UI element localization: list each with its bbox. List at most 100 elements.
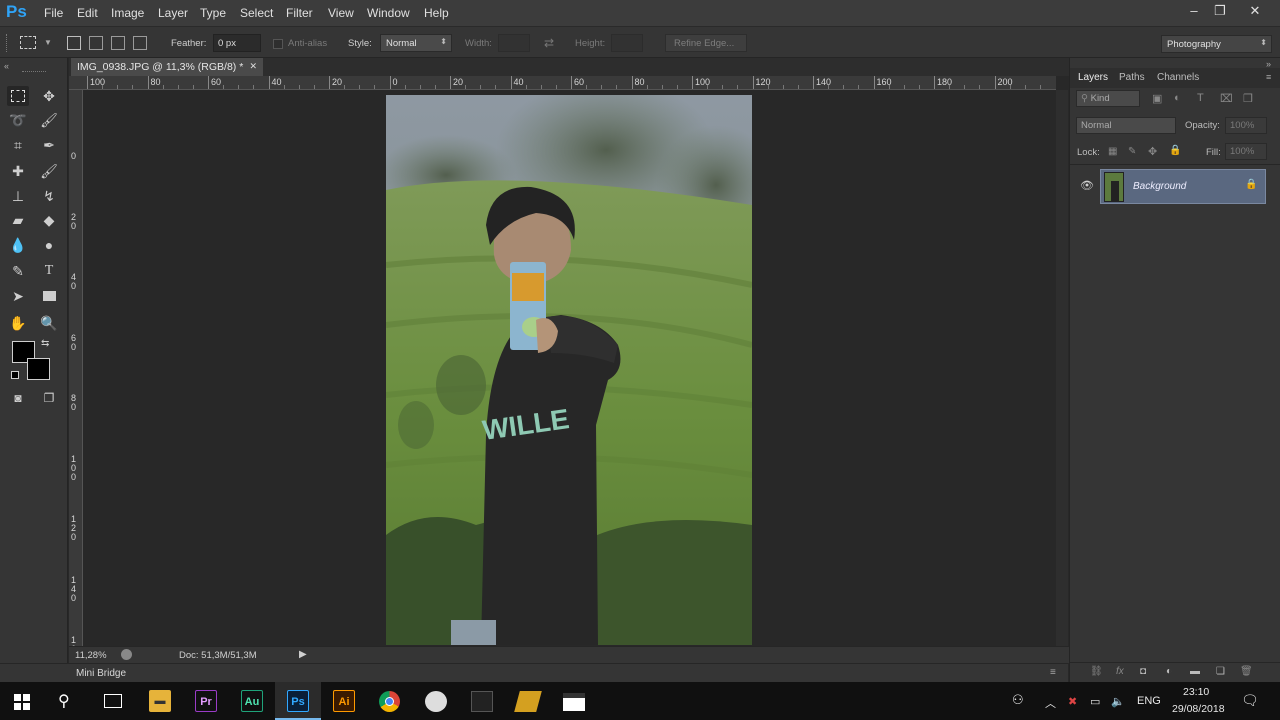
show-hidden-icons-icon[interactable]: ︿ <box>1045 695 1056 711</box>
default-colors-icon[interactable] <box>11 371 19 379</box>
width-input[interactable] <box>498 34 530 52</box>
audition-icon[interactable]: Au <box>241 690 263 712</box>
layer-name[interactable]: Background <box>1133 181 1186 192</box>
close-document-icon[interactable]: ✕ <box>249 61 257 72</box>
hand-tool-icon[interactable]: ✋ <box>7 313 29 333</box>
layer-row-background[interactable]: Background 🔒 <box>1100 169 1266 204</box>
app-character-icon[interactable] <box>425 691 447 712</box>
menu-file[interactable]: File <box>44 6 63 20</box>
filter-shape-icon[interactable]: ⌧ <box>1220 92 1233 105</box>
delete-layer-icon[interactable]: 🗑 <box>1240 666 1253 677</box>
antialias-checkbox[interactable] <box>273 39 283 49</box>
height-input[interactable] <box>611 34 643 52</box>
background-color-swatch[interactable] <box>27 358 50 380</box>
healing-brush-tool-icon[interactable]: ✚ <box>7 161 29 181</box>
status-info-icon[interactable] <box>121 649 132 660</box>
filter-adjustment-icon[interactable]: ◐ <box>1174 92 1181 104</box>
quick-mask-icon[interactable]: ◙ <box>7 388 29 408</box>
restore-button[interactable]: ❐ <box>1209 3 1231 21</box>
add-selection-icon[interactable] <box>89 36 103 50</box>
paint-bucket-tool-icon[interactable]: ◆ <box>38 210 60 230</box>
filter-pixel-icon[interactable]: ▣ <box>1152 92 1162 105</box>
windows-start-icon[interactable] <box>14 694 30 710</box>
tab-channels[interactable]: Channels <box>1157 72 1199 83</box>
preset-dropdown-icon[interactable]: ▼ <box>44 38 52 47</box>
lock-pixels-icon[interactable]: ✎ <box>1128 146 1136 157</box>
rectangle-tool-icon[interactable] <box>38 286 60 306</box>
style-select[interactable]: Normal ⬍ <box>380 34 452 52</box>
screen-mode-icon[interactable]: ❐ <box>38 388 60 408</box>
battery-icon[interactable]: ▭ <box>1090 695 1100 708</box>
kind-filter-select[interactable]: ⚲ Kind <box>1076 90 1140 107</box>
blend-mode-select[interactable]: Normal <box>1076 117 1176 134</box>
eye-visibility-icon[interactable]: 👁 <box>1080 179 1094 192</box>
zoom-level[interactable]: 11,28% <box>75 650 107 661</box>
mini-bridge-tab[interactable]: Mini Bridge <box>76 668 126 679</box>
menu-help[interactable]: Help <box>424 6 449 20</box>
eyedropper-tool-icon[interactable]: ✒ <box>38 135 60 155</box>
fill-input[interactable]: 100% <box>1225 143 1267 160</box>
link-layers-icon[interactable]: ⛓ <box>1090 666 1103 677</box>
add-mask-icon[interactable]: ◘ <box>1140 666 1146 677</box>
vertical-scrollbar[interactable] <box>1056 90 1068 646</box>
menu-window[interactable]: Window <box>367 6 410 20</box>
subtract-selection-icon[interactable] <box>111 36 125 50</box>
photoshop-icon[interactable]: Ps <box>287 690 309 712</box>
file-explorer-icon[interactable]: ▬ <box>149 690 171 712</box>
type-tool-icon[interactable]: T <box>38 261 60 281</box>
app-yellow-icon[interactable] <box>514 691 542 712</box>
marquee-preset-icon[interactable] <box>20 36 36 49</box>
rectangular-marquee-tool-icon[interactable] <box>7 86 29 106</box>
new-selection-icon[interactable] <box>67 36 81 50</box>
brush-tool-icon[interactable]: 🖌 <box>38 161 60 181</box>
clock-time[interactable]: 23:10 <box>1183 686 1209 698</box>
menu-filter[interactable]: Filter <box>286 6 313 20</box>
menu-type[interactable]: Type <box>200 6 226 20</box>
menu-view[interactable]: View <box>328 6 354 20</box>
quick-selection-tool-icon[interactable]: 🖌 <box>38 110 60 130</box>
path-selection-tool-icon[interactable]: ➤ <box>7 286 29 306</box>
tab-layers[interactable]: Layers <box>1078 72 1108 83</box>
lock-position-icon[interactable]: ✥ <box>1148 145 1157 158</box>
minimize-button[interactable]: – <box>1183 3 1205 21</box>
swap-colors-icon[interactable]: ⇆ <box>41 338 49 349</box>
menu-image[interactable]: Image <box>111 6 144 20</box>
document-tab[interactable]: IMG_0938.JPG @ 11,3% (RGB/8) * ✕ <box>71 58 263 76</box>
network-status-icon[interactable]: ✖ <box>1068 695 1077 708</box>
illustrator-icon[interactable]: Ai <box>333 690 355 712</box>
people-icon[interactable]: ⚇ <box>1012 692 1024 708</box>
eraser-tool-icon[interactable]: ▰ <box>7 210 29 230</box>
layer-style-icon[interactable]: fx <box>1116 666 1124 677</box>
chrome-icon[interactable] <box>379 691 400 712</box>
lasso-tool-icon[interactable]: ➰ <box>7 110 29 130</box>
tab-paths[interactable]: Paths <box>1119 72 1145 83</box>
task-view-icon[interactable] <box>104 694 122 708</box>
adjustment-layer-icon[interactable]: ◐ <box>1166 666 1172 677</box>
refine-edge-button[interactable]: Refine Edge... <box>665 34 747 52</box>
action-center-icon[interactable]: 🗨 <box>1241 692 1259 709</box>
new-layer-icon[interactable]: ❏ <box>1216 666 1225 677</box>
dodge-tool-icon[interactable]: ● <box>38 235 60 255</box>
options-grip[interactable] <box>6 34 10 52</box>
collapse-toolbox-icon[interactable]: « <box>4 61 9 71</box>
filter-smart-object-icon[interactable]: ❒ <box>1243 92 1253 105</box>
lock-transparent-icon[interactable]: ▦ <box>1108 146 1117 157</box>
clock-date[interactable]: 29/08/2018 <box>1172 703 1225 715</box>
layers-panel-menu-icon[interactable]: ≡ <box>1266 72 1271 82</box>
lock-all-icon[interactable]: 🔒 <box>1169 145 1181 156</box>
menu-edit[interactable]: Edit <box>77 6 98 20</box>
close-app-button[interactable]: ✕ <box>1244 3 1266 21</box>
toolbox-grip[interactable] <box>22 71 46 74</box>
feather-input[interactable]: 0 px <box>213 34 261 52</box>
swap-dimensions-icon[interactable]: ⇄ <box>544 36 554 50</box>
blur-tool-icon[interactable]: 💧 <box>7 235 29 255</box>
status-menu-arrow-icon[interactable]: ▶ <box>299 649 307 660</box>
volume-icon[interactable]: 🔈 <box>1111 695 1125 708</box>
crop-tool-icon[interactable]: ⌗ <box>7 135 29 155</box>
move-tool-icon[interactable]: ✥ <box>38 86 60 106</box>
history-brush-tool-icon[interactable]: ↯ <box>38 186 60 206</box>
intersect-selection-icon[interactable] <box>133 36 147 50</box>
language-indicator[interactable]: ENG <box>1137 695 1161 707</box>
collapse-panel-icon[interactable]: » <box>1266 59 1271 69</box>
document-image[interactable]: WILLE <box>386 95 752 645</box>
